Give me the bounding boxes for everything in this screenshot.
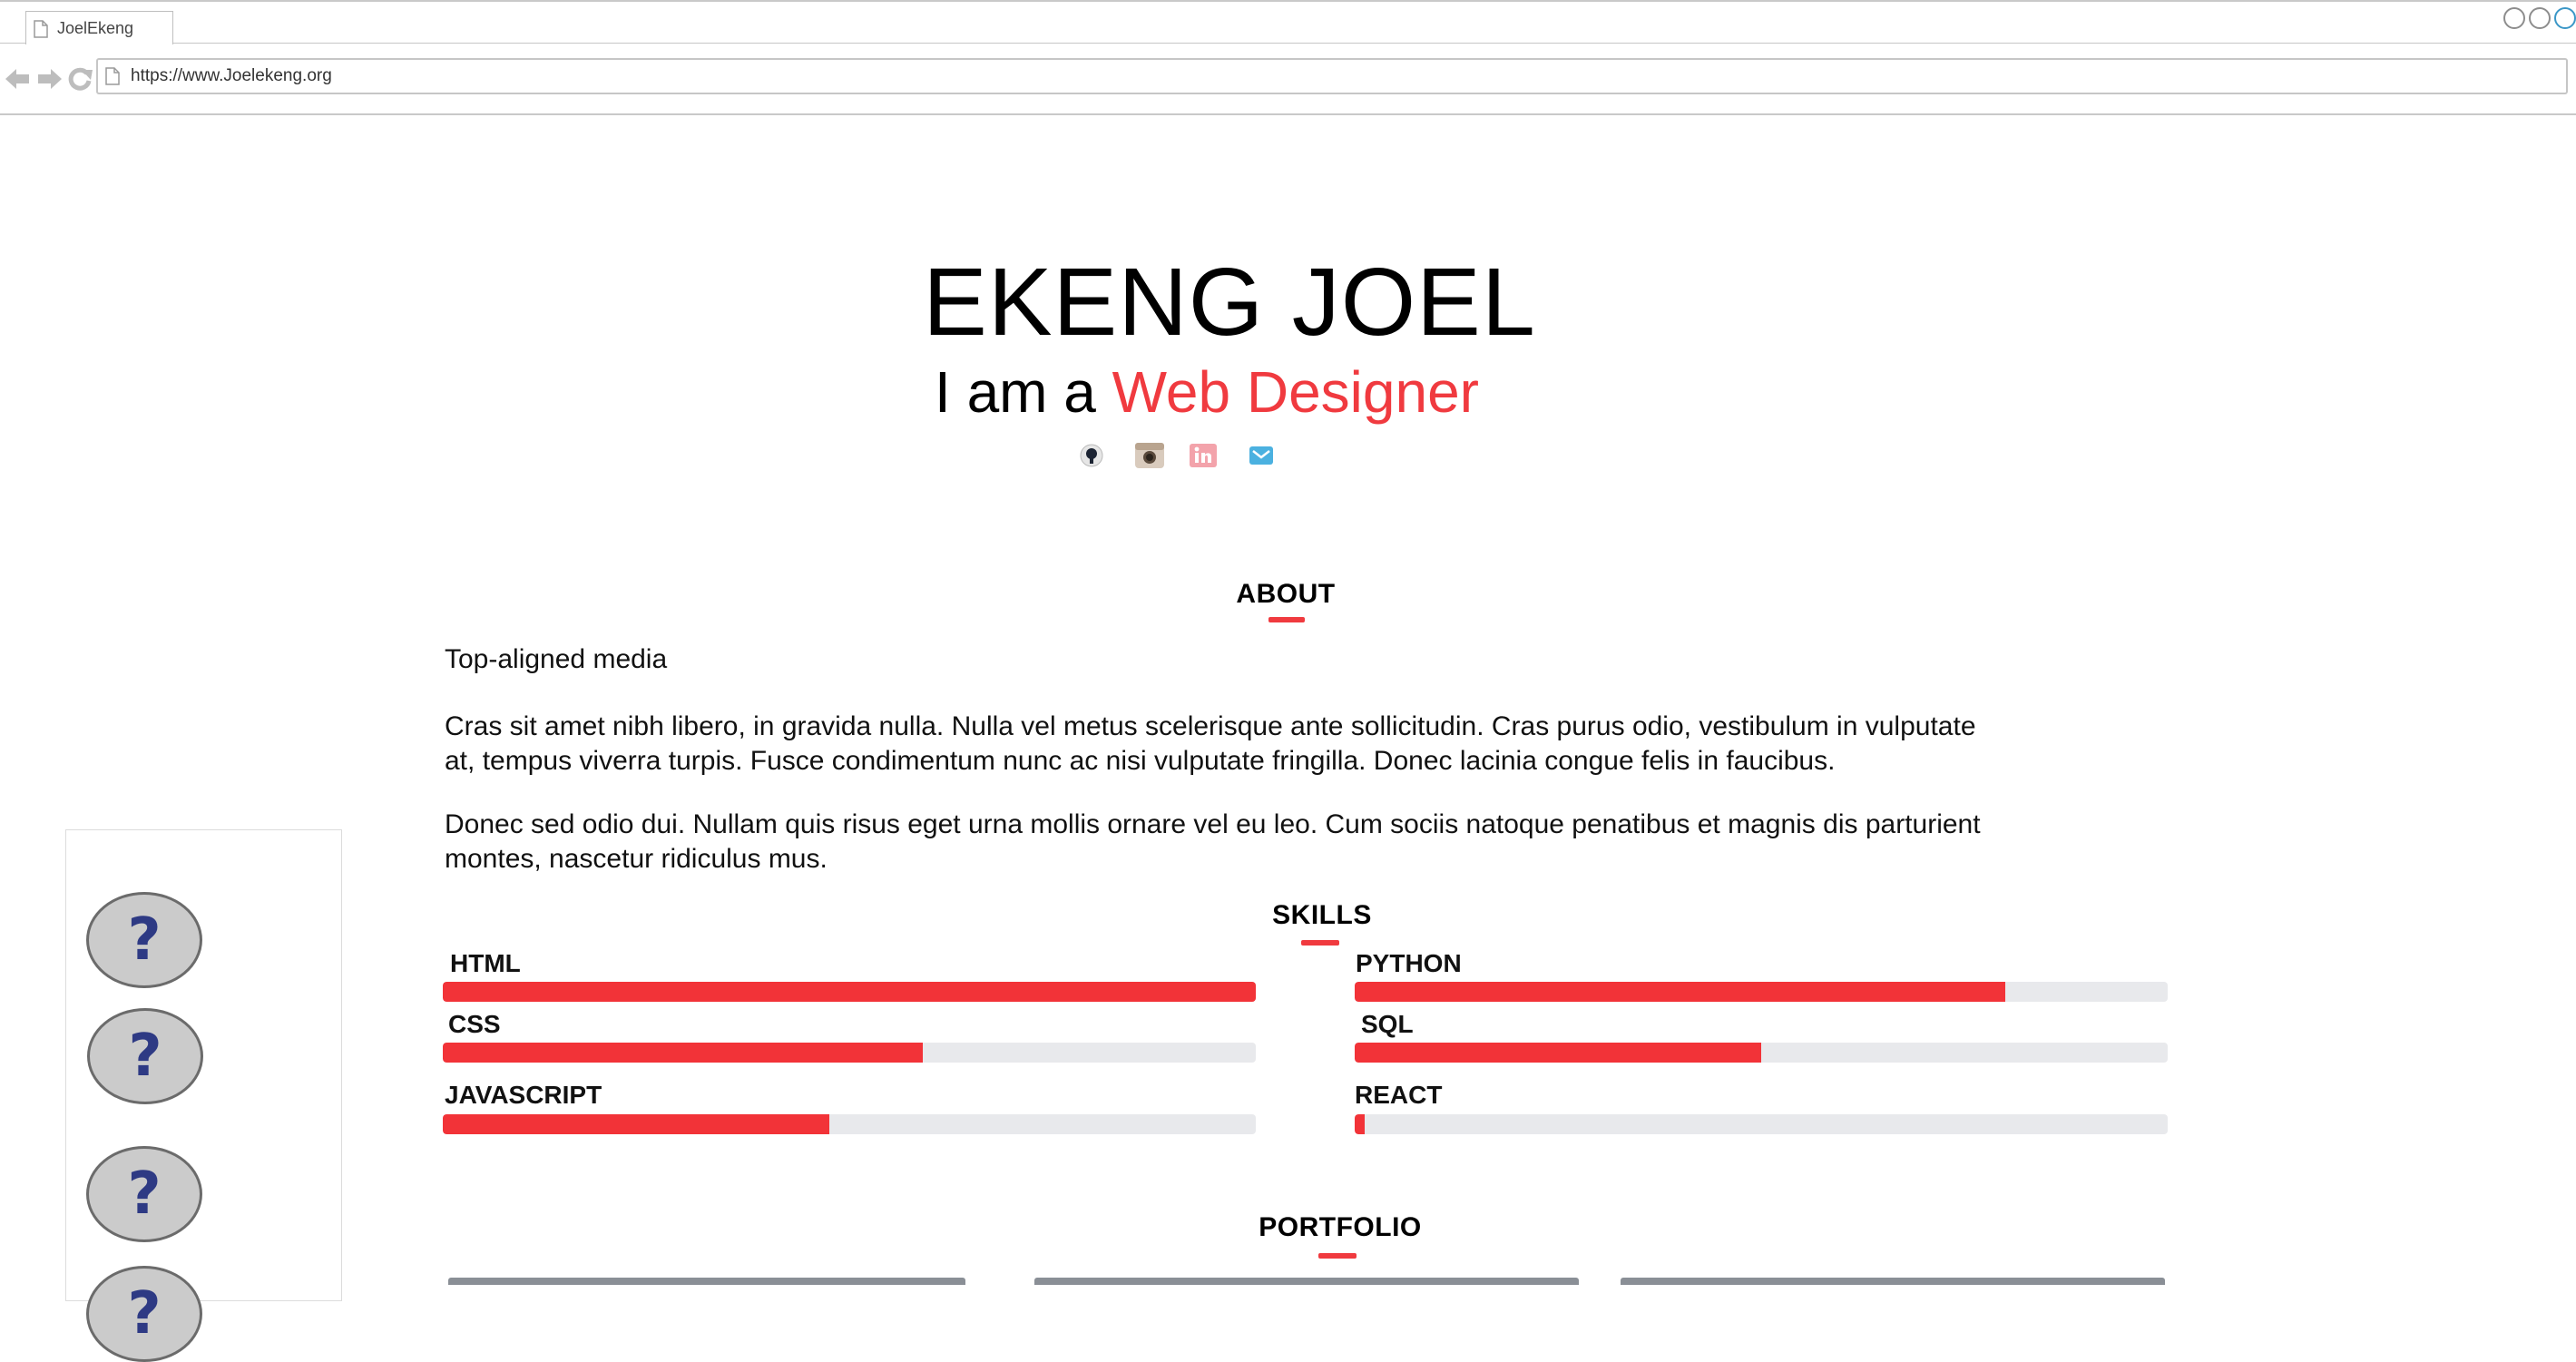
portfolio-card[interactable] (448, 1278, 965, 1285)
twitter-icon[interactable] (1249, 445, 1274, 466)
page-icon (105, 67, 120, 85)
skill-bar-fill (443, 982, 1256, 1002)
browser-nav-bar: https://www.Joelekeng.org (0, 44, 2576, 115)
back-arrow-icon[interactable] (4, 66, 33, 92)
floating-sidebar: ? ? ? ? (65, 829, 342, 1362)
help-button[interactable]: ? (86, 892, 202, 988)
skills-title-underline (1301, 940, 1339, 946)
help-button[interactable]: ? (86, 1146, 202, 1242)
help-button[interactable]: ? (87, 1008, 203, 1104)
browser-tab-strip: JoelEkeng (0, 0, 2576, 45)
browser-tab[interactable]: JoelEkeng (25, 11, 173, 45)
address-bar[interactable]: https://www.Joelekeng.org (96, 58, 2568, 94)
reload-icon[interactable] (65, 66, 94, 92)
skill-label-sql: SQL (1361, 1010, 1414, 1038)
skill-label-css: CSS (448, 1010, 501, 1038)
skill-bar-fill (1355, 1114, 1365, 1134)
portfolio-card[interactable] (1034, 1278, 1579, 1285)
skill-bar-javascript (443, 1114, 1256, 1134)
hero-subtitle: I am a Web Designer (935, 363, 1479, 421)
skill-label-python: PYTHON (1356, 949, 1462, 977)
skill-bar-react (1355, 1114, 2168, 1134)
close-button[interactable] (2554, 7, 2576, 29)
tab-title: JoelEkeng (57, 19, 134, 37)
portfolio-card[interactable] (1621, 1278, 2165, 1285)
minimize-button[interactable] (2503, 7, 2525, 29)
hero-subtitle-prefix: I am a (935, 359, 1096, 425)
portfolio-title-underline (1318, 1253, 1357, 1259)
github-icon[interactable] (1080, 444, 1103, 467)
skill-bar-css (443, 1043, 1256, 1063)
skill-label-html: HTML (450, 949, 521, 977)
portfolio-section-title: PORTFOLIO (1259, 1212, 1422, 1242)
hero-subtitle-accent: Web Designer (1112, 359, 1479, 425)
skill-bar-sql (1355, 1043, 2168, 1063)
skill-bar-python (1355, 982, 2168, 1002)
about-media-heading: Top-aligned media (445, 644, 668, 674)
skill-bar-fill (443, 1114, 829, 1134)
forward-arrow-icon[interactable] (34, 66, 64, 92)
instagram-icon[interactable] (1134, 442, 1165, 469)
hero-name: EKENG JOEL (923, 249, 1536, 356)
linkedin-icon[interactable] (1189, 443, 1218, 468)
window-controls (2503, 7, 2576, 29)
skill-label-javascript: JAVASCRIPT (445, 1081, 602, 1109)
help-button[interactable]: ? (86, 1266, 202, 1362)
page-icon (34, 19, 48, 38)
skill-bar-fill (1355, 1043, 1761, 1063)
skill-bar-fill (1355, 982, 2005, 1002)
about-title-underline (1268, 617, 1305, 622)
social-links (1080, 442, 1274, 469)
skill-label-react: REACT (1355, 1081, 1443, 1109)
about-paragraph-2: Donec sed odio dui. Nullam quis risus eg… (445, 809, 1981, 874)
maximize-button[interactable] (2529, 7, 2551, 29)
url-text: https://www.Joelekeng.org (131, 66, 332, 85)
about-paragraph-1: Cras sit amet nibh libero, in gravida nu… (445, 711, 1976, 776)
skill-bar-html (443, 982, 1256, 1002)
skills-section-title: SKILLS (1272, 900, 1372, 930)
about-section-title: ABOUT (1236, 579, 1336, 609)
skill-bar-fill (443, 1043, 923, 1063)
